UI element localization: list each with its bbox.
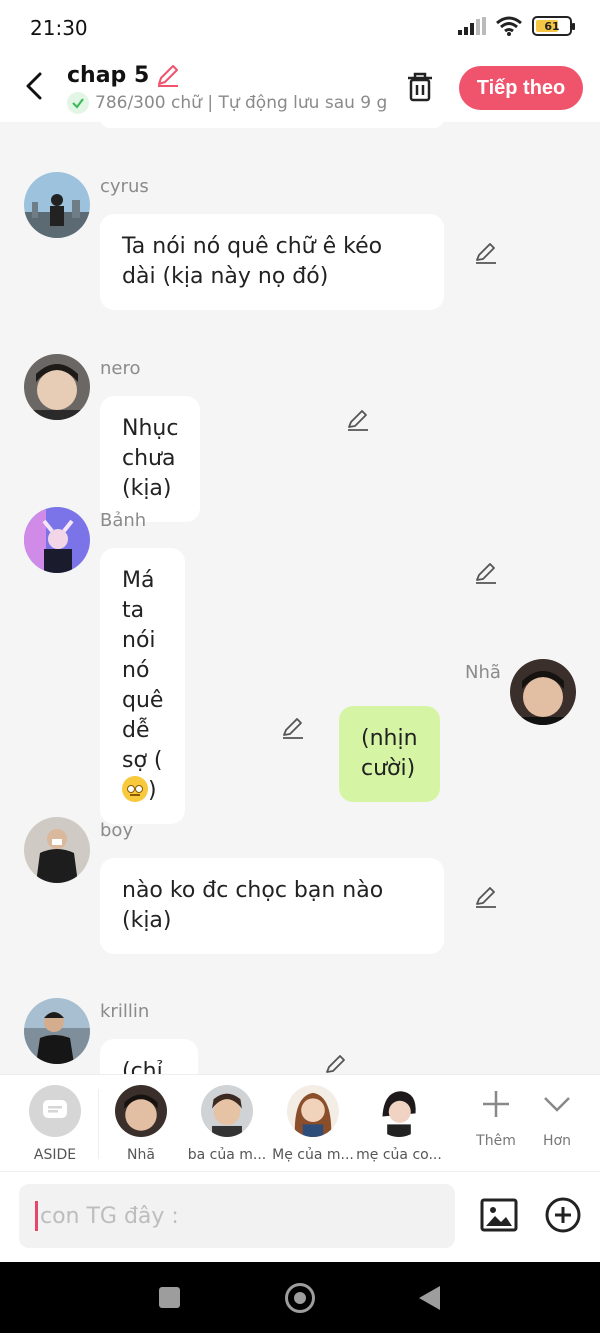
- edit-title-icon[interactable]: [155, 62, 181, 88]
- character-aside[interactable]: ASIDE: [12, 1085, 98, 1163]
- character-mother[interactable]: Mẹ của m...: [270, 1085, 356, 1163]
- avatar: [115, 1085, 167, 1137]
- check-icon: [67, 92, 89, 114]
- character-label: Nhã: [127, 1147, 155, 1163]
- previous-message-bubble[interactable]: [100, 122, 444, 128]
- edit-icon[interactable]: [323, 1052, 349, 1074]
- image-icon[interactable]: [480, 1196, 518, 1234]
- avatar[interactable]: [510, 659, 576, 725]
- chevron-down-icon: [544, 1097, 570, 1112]
- avatar: [373, 1085, 425, 1137]
- sender-name: boy: [100, 820, 134, 841]
- text-caret: [35, 1201, 38, 1231]
- message-text-end: ): [148, 778, 157, 803]
- add-label: Thêm: [476, 1133, 516, 1149]
- sender-name: Nhã: [465, 662, 501, 683]
- status-time: 21:30: [30, 16, 88, 40]
- edit-icon[interactable]: [473, 560, 499, 586]
- message-input[interactable]: [40, 1203, 420, 1229]
- avatar[interactable]: [24, 172, 90, 238]
- message-bubble[interactable]: (chỉ biết cười): [100, 1039, 199, 1074]
- character-nha[interactable]: Nhã: [98, 1085, 184, 1163]
- status-bar: 21:30 61: [0, 0, 600, 56]
- edit-icon[interactable]: [280, 715, 306, 741]
- chevron-left-icon: [26, 72, 42, 100]
- avatar[interactable]: [24, 998, 90, 1064]
- message-bubble[interactable]: (nhịn cười): [339, 706, 440, 802]
- chapter-title: chap 5: [67, 62, 150, 88]
- sender-name: cyrus: [100, 176, 149, 197]
- chat-area[interactable]: cyrus Ta nói nó quê chữ ê kéo dài (kịa n…: [0, 122, 600, 1074]
- home-button[interactable]: [285, 1283, 315, 1313]
- plus-icon: [483, 1091, 509, 1117]
- add-circle-icon[interactable]: [544, 1196, 582, 1234]
- system-nav-bar: [0, 1262, 600, 1333]
- title-row: chap 5: [67, 62, 181, 88]
- battery-icon: 61: [532, 16, 575, 36]
- message-bubble[interactable]: Má ta nói nó quê dễ sợ (): [100, 548, 186, 824]
- edit-icon[interactable]: [345, 407, 371, 433]
- editor-header: chap 5 786/300 chữ | Tự động lưu sau 9 g…: [0, 56, 600, 122]
- character-bar: ASIDE Nhã ba của m... Mẹ của m... mẹ của…: [0, 1074, 600, 1172]
- trash-icon[interactable]: [404, 70, 436, 104]
- message-text: Má ta nói nó quê dễ sợ (: [122, 568, 164, 773]
- character-father[interactable]: ba của m...: [184, 1085, 270, 1163]
- recents-button[interactable]: [159, 1287, 180, 1308]
- avatar[interactable]: [24, 354, 90, 420]
- message-input-box[interactable]: [19, 1184, 455, 1248]
- status-icons: 61: [458, 16, 575, 36]
- expand-label: Hơn: [543, 1133, 571, 1149]
- avatar: [201, 1085, 253, 1137]
- avatar: [287, 1085, 339, 1137]
- battery-level: 61: [544, 19, 560, 33]
- message-bubble[interactable]: Ta nói nó quê chữ ê kéo dài (kịa này nọ …: [100, 214, 444, 310]
- autosave-row: 786/300 chữ | Tự động lưu sau 9 g: [67, 92, 387, 114]
- word-count-status: 786/300 chữ | Tự động lưu sau 9 g: [95, 93, 388, 113]
- next-button[interactable]: Tiếp theo: [459, 66, 583, 110]
- edit-icon[interactable]: [473, 884, 499, 910]
- message-bubble[interactable]: nào ko đc chọc bạn nào (kịa): [100, 858, 444, 954]
- expand-button[interactable]: Hơn: [527, 1089, 587, 1149]
- character-label: Mẹ của m...: [272, 1147, 354, 1163]
- add-character-button[interactable]: Thêm: [466, 1089, 526, 1149]
- sender-name: krillin: [100, 1001, 150, 1022]
- input-bar: [0, 1172, 600, 1262]
- back-nav-button[interactable]: [419, 1286, 440, 1310]
- eye-roll-emoji-icon: [122, 776, 148, 802]
- avatar[interactable]: [24, 507, 90, 573]
- character-mother-2[interactable]: mẹ của co...: [356, 1085, 442, 1163]
- avatar[interactable]: [24, 817, 90, 883]
- edit-icon[interactable]: [473, 240, 499, 266]
- back-button[interactable]: [18, 68, 50, 104]
- character-label: mẹ của co...: [356, 1147, 442, 1163]
- character-label: ASIDE: [33, 1147, 77, 1163]
- wifi-icon: [496, 16, 522, 36]
- character-label: ba của m...: [187, 1147, 267, 1163]
- message-bubble[interactable]: Nhục chưa (kịa): [100, 396, 201, 522]
- sender-name: Bảnh: [100, 510, 147, 531]
- sender-name: nero: [100, 358, 141, 379]
- aside-icon: [29, 1085, 81, 1137]
- signal-icon: [458, 17, 486, 35]
